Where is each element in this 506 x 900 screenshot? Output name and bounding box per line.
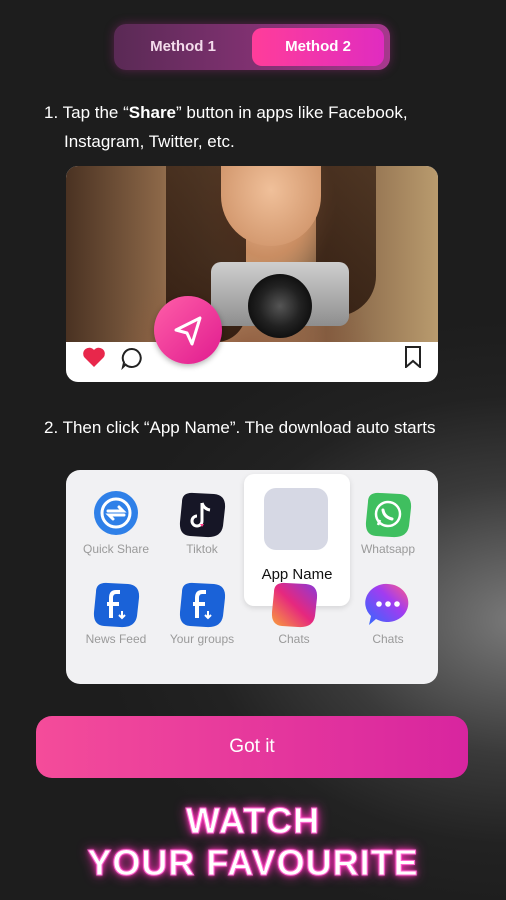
app-label-news-feed: News Feed — [85, 632, 147, 646]
step-1-instruction: 1. Tap the “Share” button in apps like F… — [44, 98, 408, 127]
headline-line-1: WATCH — [185, 800, 321, 842]
app-label-your-groups: Your groups — [169, 632, 235, 646]
post-photo — [66, 166, 438, 342]
post-preview-card — [66, 166, 438, 382]
tiktok-icon — [179, 490, 226, 538]
quick-share-icon — [93, 490, 139, 536]
tab-method-1[interactable]: Method 1 — [114, 24, 252, 70]
app-tiktok[interactable]: Tiktok — [157, 490, 247, 556]
got-it-button[interactable]: Got it — [36, 716, 468, 778]
bookmark-icon[interactable] — [404, 346, 422, 368]
step-2-instruction: 2. Then click “App Name”. The download a… — [44, 418, 436, 437]
app-placeholder-icon — [264, 488, 328, 550]
step-1-bold: Share — [128, 103, 177, 122]
step-1-suffix: ” button in apps like Facebook, — [176, 103, 408, 122]
tab-method-2[interactable]: Method 2 — [252, 28, 384, 66]
share-button[interactable] — [154, 296, 222, 364]
app-label-instagram-chats: Chats — [278, 632, 310, 646]
heart-icon[interactable] — [82, 346, 106, 368]
comment-icon[interactable] — [120, 346, 144, 370]
instagram-chats-icon — [271, 580, 318, 628]
whatsapp-icon — [365, 490, 412, 538]
facebook-news-feed-icon — [93, 580, 140, 628]
app-label-whatsapp: Whatsapp — [360, 542, 416, 556]
headline-line-2: YOUR FAVOURITE — [87, 842, 419, 884]
step-1-number: 1. — [44, 103, 59, 122]
step-1-line-2: Instagram, Twitter, etc. — [64, 132, 235, 151]
app-instagram-chats[interactable]: Chats — [249, 580, 339, 646]
app-label-tiktok: Tiktok — [186, 542, 218, 556]
app-label-messenger-chats: Chats — [372, 632, 404, 646]
send-icon — [174, 316, 202, 346]
step-1-prefix: Tap the “ — [62, 103, 129, 122]
app-whatsapp[interactable]: Whatsapp — [343, 490, 433, 556]
app-label-quick-share: Quick Share — [82, 542, 150, 556]
app-quick-share[interactable]: Quick Share — [71, 490, 161, 556]
app-your-groups[interactable]: Your groups — [157, 580, 247, 646]
facebook-groups-icon — [179, 580, 226, 628]
app-messenger-chats[interactable]: Chats — [343, 580, 433, 646]
photo-camera-lens — [248, 274, 312, 338]
app-news-feed[interactable]: News Feed — [71, 580, 161, 646]
method-selector: Method 1 Method 2 — [114, 24, 390, 70]
messenger-chats-icon — [365, 580, 411, 626]
